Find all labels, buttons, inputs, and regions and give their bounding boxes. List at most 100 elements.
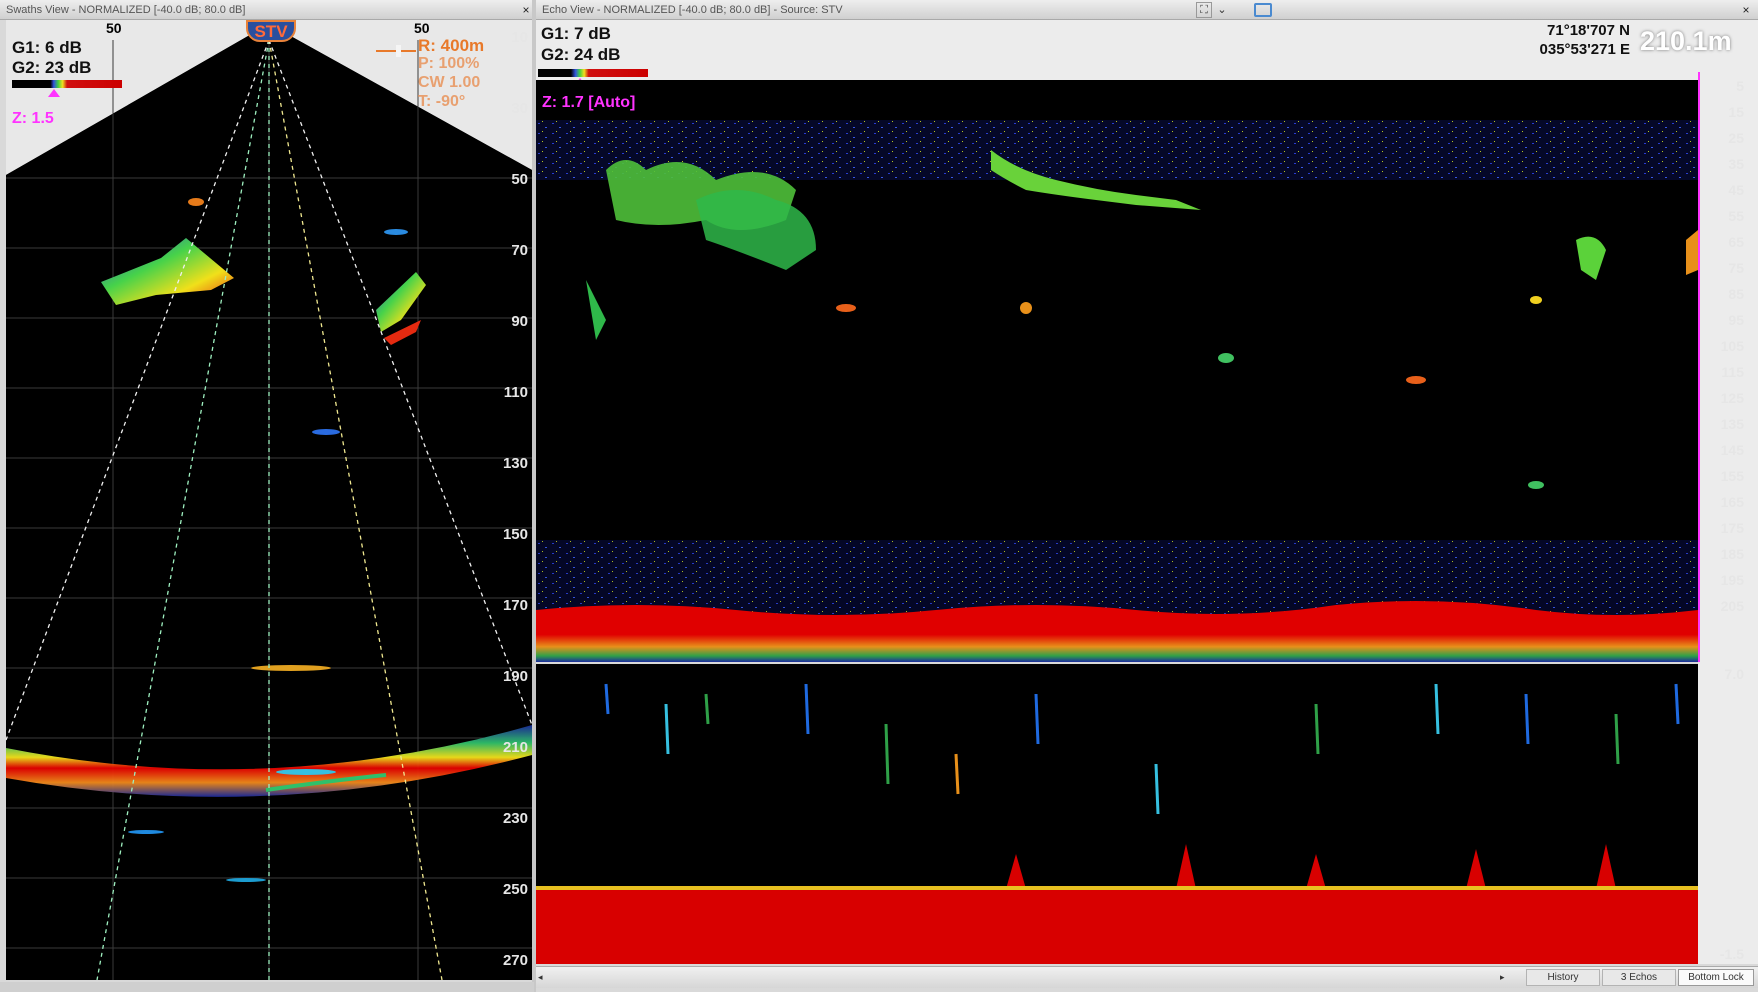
fish-target <box>384 229 408 235</box>
range-slider-thumb[interactable] <box>396 45 401 57</box>
gain-slider-marker-icon[interactable] <box>48 89 60 97</box>
depth-tick: 135 <box>1720 416 1744 432</box>
swaths-view-panel[interactable]: STV 50 50 G1: 6 dB G2: 23 dB Z: 1.5 R: 4… <box>6 20 532 980</box>
depth-tick: 55 <box>1728 208 1744 224</box>
lower-scale-top-label: 7.0 <box>1724 666 1744 682</box>
fish-target <box>1020 302 1032 314</box>
swaths-status-strip <box>0 982 534 992</box>
depth-tick: 115 <box>1721 364 1744 380</box>
echos-button[interactable]: 3 Echos <box>1602 969 1676 986</box>
depth-tick: 110 <box>503 384 528 401</box>
depth-tick: 270 <box>502 952 528 969</box>
echo-title-bar[interactable]: Echo View - NORMALIZED [-40.0 dB; 80.0 d… <box>536 0 1758 20</box>
depth-tick: 125 <box>1720 390 1744 406</box>
source-badge[interactable]: STV <box>246 20 296 42</box>
depth-readout: 210.1m <box>1640 26 1732 56</box>
depth-tick: 165 <box>1720 494 1744 510</box>
fish-target <box>836 304 856 312</box>
monitor-icon[interactable] <box>1254 3 1272 17</box>
bottom-lock-traces <box>604 683 1680 815</box>
depth-tick: 15 <box>1728 104 1744 120</box>
fish-target <box>1406 376 1426 384</box>
top-left-scale-label: 50 <box>106 20 122 36</box>
depth-tick: 30 <box>511 100 528 117</box>
depth-tick: 70 <box>511 242 528 259</box>
fish-target <box>188 198 204 206</box>
sonar-application: Swaths View - NORMALIZED [-40.0 dB; 80.0… <box>0 0 1758 992</box>
echogram-lower-image <box>536 683 1698 964</box>
depth-tick: 150 <box>502 526 528 543</box>
depth-tick: 250 <box>502 881 528 898</box>
maximize-icon[interactable]: ⛶ <box>1196 2 1212 18</box>
echogram-lower[interactable] <box>536 664 1698 964</box>
tilt-label: T: -90° <box>418 93 466 110</box>
echo-zoom-label: Z: 1.7 [Auto] <box>542 94 636 111</box>
history-button[interactable]: History <box>1526 969 1600 986</box>
echo-gain-1-label: G1: 7 dB <box>541 24 611 43</box>
echo-close-button[interactable]: × <box>1738 0 1754 20</box>
echogram-upper[interactable]: Z: 1.7 [Auto] <box>536 80 1698 662</box>
depth-tick: 50 <box>511 171 528 188</box>
depth-tick: 155 <box>1720 468 1744 484</box>
longitude-readout: 035°53'271 E <box>1539 41 1630 58</box>
fish-target <box>128 830 164 834</box>
swaths-title-bar[interactable]: Swaths View - NORMALIZED [-40.0 dB; 80.0… <box>0 0 534 20</box>
fish-target <box>1530 296 1542 304</box>
fish-target <box>251 665 331 671</box>
bottom-lock-button[interactable]: Bottom Lock <box>1678 969 1754 986</box>
depth-tick: 75 <box>1728 260 1744 276</box>
depth-tick: 10 <box>511 29 528 46</box>
fish-school <box>1686 230 1698 275</box>
depth-tick: 210 <box>502 739 528 756</box>
scroll-right-arrow-icon[interactable]: ▸ <box>1500 970 1512 985</box>
lower-scale-bottom-label: -1.5 <box>1719 946 1744 962</box>
echogram-upper-image[interactable] <box>536 80 1698 662</box>
gain-1-label: G1: 6 dB <box>12 38 82 57</box>
cw-label: CW 1.00 <box>418 74 481 91</box>
depth-tick: 195 <box>1720 572 1744 588</box>
bottom-lock-seabed <box>536 844 1698 964</box>
swaths-window-title: Swaths View - NORMALIZED [-40.0 dB; 80.0… <box>6 4 246 16</box>
color-scale-bar[interactable] <box>12 80 122 88</box>
fish-target <box>1528 481 1544 489</box>
depth-tick: 190 <box>502 668 528 685</box>
fish-school <box>696 190 816 270</box>
depth-tick: 45 <box>1728 182 1744 198</box>
latitude-readout: 71°18'707 N <box>1547 22 1630 39</box>
depth-cursor-line[interactable] <box>1698 72 1700 662</box>
depth-tick: 185 <box>1720 546 1744 562</box>
echo-window-title: Echo View - NORMALIZED [-40.0 dB; 80.0 d… <box>542 4 843 16</box>
swaths-sonar-display[interactable] <box>6 20 532 980</box>
fish-target <box>276 769 336 775</box>
seabed-echo <box>536 601 1698 662</box>
fish-target <box>312 429 340 435</box>
depth-tick: 130 <box>502 455 528 472</box>
depth-tick: 65 <box>1728 234 1744 250</box>
top-right-scale-label: 50 <box>414 20 430 36</box>
depth-tick: 205 <box>1720 598 1744 614</box>
gain-2-label: G2: 23 dB <box>12 58 92 77</box>
depth-tick: 5 <box>1736 78 1744 94</box>
depth-tick: 25 <box>1728 130 1744 146</box>
fish-target <box>1218 353 1234 363</box>
bottom-line <box>536 886 1698 890</box>
depth-tick: 90 <box>511 313 528 330</box>
zoom-label: Z: 1.5 <box>12 110 54 127</box>
depth-tick: 105 <box>1720 338 1744 354</box>
power-label: P: 100% <box>418 55 480 72</box>
depth-tick: 170 <box>502 597 528 614</box>
fish-school <box>586 280 606 340</box>
chevron-down-icon[interactable]: ⌄ <box>1214 2 1230 18</box>
depth-tick: 95 <box>1728 312 1744 328</box>
fish-school <box>1576 236 1606 280</box>
depth-tick: 175 <box>1720 520 1744 536</box>
surface-plankton-layer <box>536 120 1698 180</box>
depth-tick: 85 <box>1728 286 1744 302</box>
echo-color-scale-bar[interactable] <box>538 69 648 77</box>
echo-gain-2-label: G2: 24 dB <box>541 45 621 64</box>
fish-target <box>226 878 266 882</box>
range-label: R: 400m <box>418 36 485 55</box>
scroll-left-arrow-icon[interactable]: ◂ <box>538 970 550 985</box>
depth-tick: 145 <box>1720 442 1744 458</box>
depth-tick: 35 <box>1728 156 1744 172</box>
